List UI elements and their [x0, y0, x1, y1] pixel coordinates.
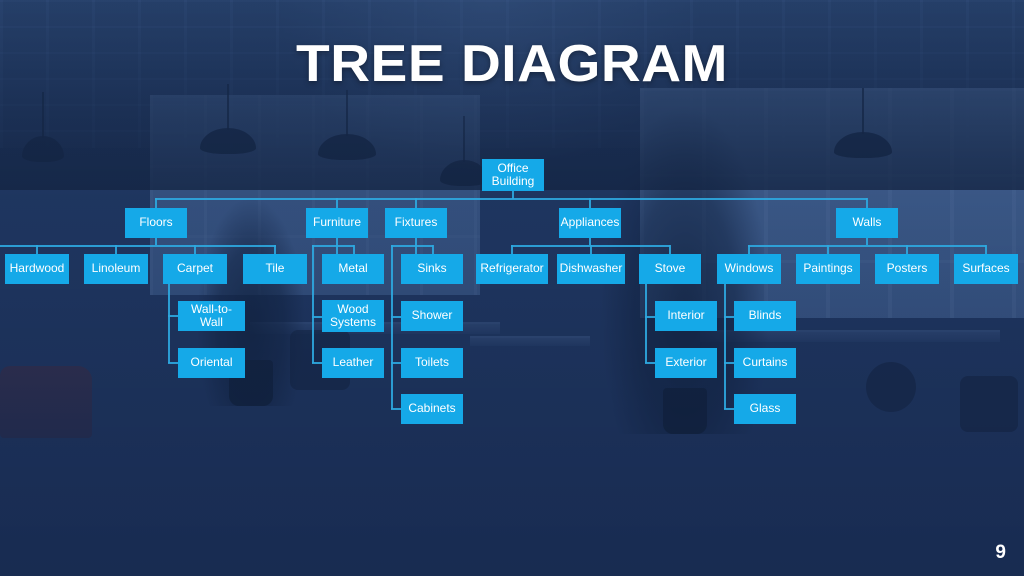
- tree-node-leather[interactable]: Leather: [322, 348, 384, 378]
- tree-node-label: Carpet: [176, 261, 214, 276]
- tree-node-label: Shower: [411, 308, 453, 323]
- tree-node-blinds[interactable]: Blinds: [734, 301, 796, 331]
- tree-node-label: Tile: [265, 261, 285, 276]
- tree-node-tile[interactable]: Tile: [243, 254, 307, 284]
- tree-node-label: Leather: [332, 355, 374, 370]
- slide: TREE DIAGRAM Office Building Floors Furn…: [0, 0, 1024, 576]
- tree-node-label: Linoleum: [91, 261, 141, 276]
- connector-hardwood-edge: [0, 245, 38, 247]
- tree-node-shower[interactable]: Shower: [401, 301, 463, 331]
- connector-floors-stem: [155, 238, 157, 245]
- tree-node-refrigerator[interactable]: Refrigerator: [476, 254, 548, 284]
- connector-windows-spine: [724, 284, 726, 409]
- tree-node-label: Windows: [724, 261, 774, 276]
- connector-trunk-level2: [155, 198, 867, 200]
- tree-node-furniture[interactable]: Furniture: [306, 208, 368, 238]
- tree-node-sinks[interactable]: Sinks: [401, 254, 463, 284]
- tree-node-label: Office Building: [491, 161, 535, 188]
- tree-connectors: [0, 0, 1024, 576]
- tree-node-floors[interactable]: Floors: [125, 208, 187, 238]
- connector-floors-bar: [36, 245, 276, 247]
- tree-node-interior[interactable]: Interior: [655, 301, 717, 331]
- tree-node-label: Surfaces: [962, 261, 1010, 276]
- tree-node-label: Toilets: [414, 355, 449, 370]
- tree-node-cabinets[interactable]: Cabinets: [401, 394, 463, 424]
- tree-node-label: Fixtures: [394, 215, 438, 230]
- connector-furniture-bar: [312, 245, 354, 247]
- tree-node-label: Floors: [139, 215, 173, 230]
- tree-node-label: Hardwood: [9, 261, 65, 276]
- tree-node-linoleum[interactable]: Linoleum: [84, 254, 148, 284]
- connector-carpet-spine: [168, 284, 170, 363]
- tree-node-carpet[interactable]: Carpet: [163, 254, 227, 284]
- tree-node-root[interactable]: Office Building: [482, 159, 544, 191]
- tree-node-label: Glass: [749, 401, 781, 416]
- connector-furniture-spine: [312, 245, 314, 363]
- tree-node-label: Oriental: [190, 355, 233, 370]
- tree-node-posters[interactable]: Posters: [875, 254, 939, 284]
- tree-node-appliances[interactable]: Appliances: [559, 208, 621, 238]
- tree-node-fixtures[interactable]: Fixtures: [385, 208, 447, 238]
- tree-node-wood-systems[interactable]: Wood Systems: [322, 300, 384, 332]
- tree-node-exterior[interactable]: Exterior: [655, 348, 717, 378]
- connector-appliances-stem: [589, 238, 591, 245]
- connector-interior-spine: [645, 284, 647, 363]
- tree-node-label: Sinks: [417, 261, 447, 276]
- tree-node-dishwasher[interactable]: Dishwasher: [557, 254, 625, 284]
- tree-node-label: Exterior: [665, 355, 707, 370]
- tree-node-metal[interactable]: Metal: [322, 254, 384, 284]
- tree-node-oriental[interactable]: Oriental: [178, 348, 245, 378]
- tree-node-toilets[interactable]: Toilets: [401, 348, 463, 378]
- tree-node-label: Curtains: [742, 355, 788, 370]
- tree-node-label: Metal: [338, 261, 368, 276]
- tree-node-surfaces[interactable]: Surfaces: [954, 254, 1018, 284]
- tree-node-curtains[interactable]: Curtains: [734, 348, 796, 378]
- tree-node-label: Appliances: [560, 215, 620, 230]
- tree-node-label: Stove: [654, 261, 686, 276]
- connector-fixtures-bar: [391, 245, 433, 247]
- tree-node-label: Refrigerator: [480, 261, 544, 276]
- tree-diagram: Office Building Floors Furniture Fixture…: [0, 0, 1024, 576]
- tree-node-label: Blinds: [748, 308, 782, 323]
- page-number: 9: [995, 542, 1006, 563]
- connector-walls-bar: [748, 245, 986, 247]
- tree-node-paintings[interactable]: Paintings: [796, 254, 860, 284]
- tree-node-walls[interactable]: Walls: [836, 208, 898, 238]
- connector-fixtures-spine: [391, 245, 393, 409]
- tree-node-label: Paintings: [803, 261, 853, 276]
- tree-node-hardwood[interactable]: Hardwood: [5, 254, 69, 284]
- tree-node-label: Furniture: [312, 215, 362, 230]
- tree-node-label: Walls: [852, 215, 882, 230]
- tree-node-label: Posters: [886, 261, 928, 276]
- tree-node-label: Dishwasher: [559, 261, 623, 276]
- tree-node-label: Cabinets: [408, 401, 456, 416]
- tree-node-label: Interior: [667, 308, 705, 323]
- tree-node-wall-to-wall[interactable]: Wall-to-Wall: [178, 301, 245, 331]
- tree-node-label: Wall-to-Wall: [191, 301, 232, 329]
- tree-node-windows[interactable]: Windows: [717, 254, 781, 284]
- tree-node-stove[interactable]: Stove: [639, 254, 701, 284]
- tree-node-glass[interactable]: Glass: [734, 394, 796, 424]
- connector-walls-stem: [866, 238, 868, 245]
- tree-node-label: Wood Systems: [329, 302, 376, 329]
